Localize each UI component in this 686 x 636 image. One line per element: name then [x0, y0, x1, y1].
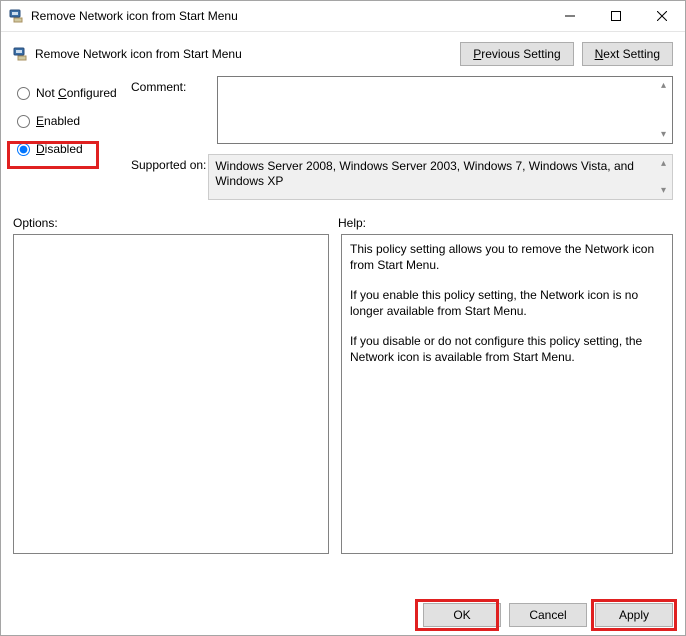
state-radio-group: Not Configured Enabled Disabled [13, 76, 131, 210]
scroll-down-icon[interactable]: ▾ [656, 183, 671, 198]
policy-icon [13, 46, 29, 62]
radio-disabled-input[interactable] [17, 143, 30, 156]
next-setting-button[interactable]: Next Setting [582, 42, 673, 66]
supported-on-value: Windows Server 2008, Windows Server 2003… [215, 159, 634, 188]
policy-header: Remove Network icon from Start Menu Prev… [1, 32, 685, 76]
supported-on-label: Supported on: [131, 154, 208, 172]
scroll-up-icon[interactable]: ▴ [656, 156, 671, 171]
app-icon [9, 8, 25, 24]
radio-disabled[interactable]: Disabled [13, 138, 131, 160]
comment-textbox[interactable]: ▴ ▾ [217, 76, 673, 144]
apply-button[interactable]: Apply [595, 603, 673, 627]
ok-button[interactable]: OK [423, 603, 501, 627]
help-text: If you enable this policy setting, the N… [350, 287, 664, 319]
options-label: Options: [13, 216, 338, 230]
radio-not-configured-input[interactable] [17, 87, 30, 100]
help-text: This policy setting allows you to remove… [350, 241, 664, 273]
policy-title: Remove Network icon from Start Menu [35, 47, 452, 61]
previous-setting-button[interactable]: Previous Setting [460, 42, 573, 66]
comment-label: Comment: [131, 76, 217, 94]
scroll-up-icon[interactable]: ▴ [656, 78, 671, 93]
scroll-down-icon[interactable]: ▾ [656, 127, 671, 142]
cancel-button[interactable]: Cancel [509, 603, 587, 627]
maximize-button[interactable] [593, 1, 639, 31]
minimize-button[interactable] [547, 1, 593, 31]
radio-enabled[interactable]: Enabled [13, 110, 131, 132]
window-controls [547, 1, 685, 31]
radio-enabled-input[interactable] [17, 115, 30, 128]
help-label: Help: [338, 216, 366, 230]
radio-not-configured[interactable]: Not Configured [13, 82, 131, 104]
close-button[interactable] [639, 1, 685, 31]
titlebar: Remove Network icon from Start Menu [1, 1, 685, 32]
help-text: If you disable or do not configure this … [350, 333, 664, 365]
window-title: Remove Network icon from Start Menu [31, 9, 547, 23]
dialog-buttons: OK Cancel Apply [423, 603, 673, 627]
help-pane: This policy setting allows you to remove… [341, 234, 673, 554]
options-pane [13, 234, 329, 554]
supported-on-textbox: Windows Server 2008, Windows Server 2003… [208, 154, 673, 200]
